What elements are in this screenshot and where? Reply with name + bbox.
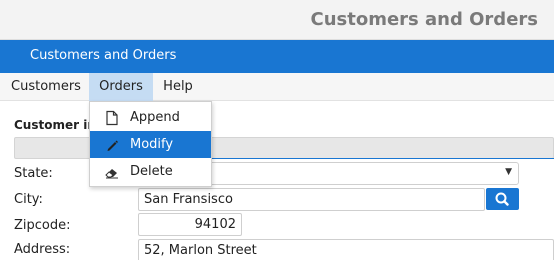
app-header-title: Customers and Orders [30, 48, 177, 63]
menu-help[interactable]: Help [155, 73, 201, 101]
zipcode-label: Zipcode: [14, 218, 71, 233]
zipcode-input[interactable] [138, 213, 242, 236]
menu-item-append[interactable]: Append [90, 104, 211, 131]
eraser-icon [105, 169, 118, 179]
window-titlebar: Customers and Orders [0, 0, 554, 40]
search-icon [495, 192, 509, 206]
menubar: Customers Orders Help [0, 73, 554, 101]
menu-item-delete[interactable]: Delete [90, 158, 211, 185]
menu-customers[interactable]: Customers [5, 73, 87, 101]
city-input[interactable] [138, 188, 485, 211]
state-label: State: [14, 166, 53, 181]
chevron-down-icon: ▼ [505, 167, 512, 177]
address-input[interactable] [138, 239, 554, 260]
document-icon [106, 110, 118, 126]
address-label: Address: [14, 242, 71, 257]
city-label: City: [14, 192, 43, 207]
window-title: Customers and Orders [310, 9, 538, 30]
pencil-icon [107, 140, 118, 151]
menu-item-modify[interactable]: Modify [90, 131, 211, 158]
menu-item-delete-label: Delete [130, 164, 173, 179]
orders-dropdown-menu: Append Modify Delete [89, 101, 212, 187]
city-search-button[interactable] [486, 188, 519, 210]
menu-item-append-label: Append [130, 110, 180, 125]
menu-item-modify-label: Modify [130, 137, 174, 152]
menu-orders[interactable]: Orders [89, 73, 153, 101]
app-header: Customers and Orders [0, 40, 554, 73]
focus-underline [210, 158, 554, 159]
